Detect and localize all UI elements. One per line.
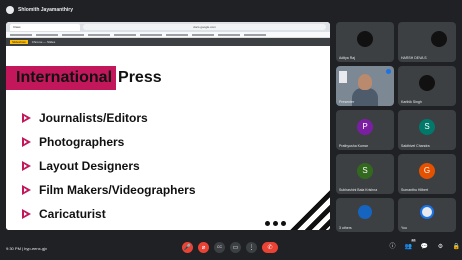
participant-name: Sumanthu Hilbert — [401, 188, 429, 192]
info-icon[interactable]: ⓘ — [388, 242, 397, 251]
slide-bullet-list: Journalists/Editors Photographers Layout… — [22, 106, 196, 226]
bullet-text: Journalists/Editors — [39, 111, 148, 125]
bookmark-item[interactable] — [166, 33, 188, 36]
slideshow-chip-secondary: Chrome — Slides — [31, 40, 56, 44]
browser-tab[interactable]: Class — [10, 23, 80, 31]
bookmark-item[interactable] — [114, 33, 136, 36]
bookmark-item[interactable] — [192, 33, 214, 36]
chat-icon[interactable]: 💬 — [420, 242, 429, 251]
decor-dots — [265, 221, 286, 226]
presenter-name: Shlomith Jayamanthiry — [18, 7, 74, 13]
participant-name: Karthik Singh — [401, 100, 422, 104]
avatar — [419, 74, 435, 91]
slideshow-bar: Slideshow Chrome — Slides — [6, 38, 330, 46]
participant-face — [358, 74, 372, 90]
host-controls-icon[interactable]: 🔒 — [452, 242, 461, 251]
slideshow-chip[interactable]: Slideshow — [10, 40, 28, 44]
participant-tile[interactable]: P Prathyusha Kumar — [336, 110, 394, 150]
participant-tile[interactable]: S Subhashini Bala Krishna — [336, 154, 394, 194]
camera-off-button[interactable]: ⌀ — [198, 242, 209, 253]
slide-bullet: Layout Designers — [22, 154, 196, 178]
bullet-text: Layout Designers — [39, 159, 140, 173]
slide-title-rest: Press — [118, 69, 162, 86]
bookmark-item[interactable] — [218, 33, 240, 36]
arrow-bullet-icon — [22, 113, 31, 123]
avatar: S — [357, 162, 373, 179]
bookmark-item[interactable] — [36, 33, 58, 36]
participant-name: Presenter — [339, 100, 355, 104]
captions-button[interactable]: CC — [214, 242, 225, 253]
more-options-button[interactable]: ⋮ — [246, 242, 257, 253]
avatar — [430, 30, 447, 47]
avatar: S — [419, 118, 435, 135]
slide-bullet: Caricaturist — [22, 202, 196, 226]
mic-off-button[interactable]: 🎤 — [182, 242, 193, 253]
participant-tile[interactable]: Aditya Raj — [336, 22, 394, 62]
bullet-text: Film Makers/Videographers — [39, 183, 196, 197]
bookmark-item[interactable] — [10, 33, 32, 36]
arrow-bullet-icon — [22, 185, 31, 195]
people-icon[interactable]: 👥 12 — [404, 238, 416, 251]
present-button[interactable]: ▭ — [230, 242, 241, 253]
meeting-info: 9:30 PM | hyp-eenx-gjv — [6, 245, 48, 251]
slide-bullet: Journalists/Editors — [22, 106, 196, 130]
call-controls: 🎤 ⌀ CC ▭ ⋮ ✆ — [182, 242, 278, 253]
participant-tile[interactable]: Karthik Singh — [398, 66, 456, 106]
presentation-slide: International Press Journalists/Editors … — [6, 48, 330, 230]
arrow-bullet-icon — [22, 161, 31, 171]
slide-bullet: Photographers — [22, 130, 196, 154]
bullet-text: Caricaturist — [39, 207, 106, 221]
bookmark-item[interactable] — [88, 33, 110, 36]
decor-stripes — [288, 190, 330, 230]
participant-name: 3 others — [339, 226, 352, 230]
avatar-group — [358, 205, 372, 220]
meeting-topbar: Shlomith Jayamanthiry — [0, 0, 462, 20]
meeting-controls-bar: 9:30 PM | hyp-eenx-gjv 🎤 ⌀ CC ▭ ⋮ ✆ ⓘ 👥 1… — [0, 236, 462, 260]
participant-tile[interactable]: G Sumanthu Hilbert — [398, 154, 456, 194]
presenter-dot-icon — [6, 6, 14, 14]
address-bar[interactable]: docs.google.com — [83, 24, 326, 30]
bullet-text: Photographers — [39, 135, 125, 149]
bookmark-item[interactable] — [62, 33, 84, 36]
slide-bullet: Film Makers/Videographers — [22, 178, 196, 202]
people-count-badge: 12 — [410, 238, 416, 242]
bookmark-item[interactable] — [244, 33, 266, 36]
avatar-self — [420, 205, 434, 220]
arrow-bullet-icon — [22, 209, 31, 219]
participant-name: Prathyusha Kumar — [339, 144, 368, 148]
background-poster — [339, 71, 347, 83]
slide-title: International Press — [6, 66, 162, 90]
participant-tile-self[interactable]: You — [398, 198, 456, 232]
avatar — [357, 30, 373, 47]
participant-tile[interactable]: S Sakthivel Chandra — [398, 110, 456, 150]
shared-screen: Class docs.google.com Slideshow Chrome —… — [6, 22, 330, 230]
bookmark-item[interactable] — [140, 33, 162, 36]
participant-name: HARSH DEVA S — [401, 56, 427, 60]
avatar: G — [419, 162, 435, 179]
participant-name: Aditya Raj — [339, 56, 355, 60]
participant-name: Subhashini Bala Krishna — [339, 188, 378, 192]
arrow-bullet-icon — [22, 137, 31, 147]
participant-tile[interactable]: HARSH DEVA S — [398, 22, 456, 62]
mic-active-icon — [386, 69, 391, 74]
participant-video — [352, 88, 378, 106]
avatar: P — [357, 118, 373, 135]
side-panel-controls: ⓘ 👥 12 💬 ⚙ 🔒 — [388, 238, 461, 251]
participant-tile-others[interactable]: 3 others — [336, 198, 394, 232]
participant-name: You — [401, 226, 407, 230]
browser-tabbar: Class docs.google.com — [6, 22, 330, 32]
slide-title-highlight: International — [6, 66, 117, 90]
participant-name: Sakthivel Chandra — [401, 144, 430, 148]
activities-icon[interactable]: ⚙ — [436, 242, 445, 251]
end-call-button[interactable]: ✆ — [262, 242, 278, 253]
participant-tile-video[interactable]: Presenter — [336, 66, 394, 106]
